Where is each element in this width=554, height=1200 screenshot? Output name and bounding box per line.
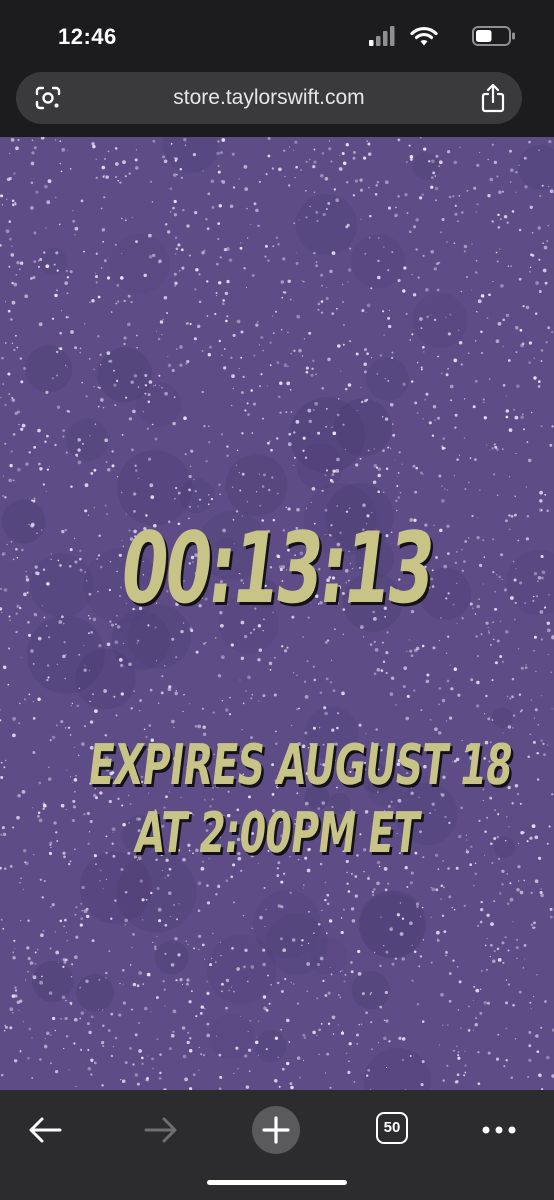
tabs-count: 50 [376,1112,408,1144]
new-tab-icon[interactable] [248,1102,304,1158]
expiry-line-2: AT 2:00PM ET [131,801,423,866]
home-indicator [207,1180,347,1185]
status-bar: 12:46 [0,0,554,70]
back-icon[interactable] [20,1102,70,1158]
address-bar[interactable]: store.taylorswift.com [16,72,522,124]
signal-icon [369,26,395,46]
tabs-icon[interactable]: 50 [366,1102,420,1158]
battery-icon [472,26,515,46]
browser-toolbar: 50 [0,1090,554,1200]
lens-icon[interactable] [34,85,62,111]
forward-icon[interactable] [136,1102,186,1158]
url-text[interactable]: store.taylorswift.com [76,86,462,110]
status-time: 12:46 [58,24,117,49]
expiry-notice: EXPIRES AUGUST 18 AT 2:00PM ET [0,732,554,868]
page-content: 00:13:13 EXPIRES AUGUST 18 AT 2:00PM ET [0,137,554,1090]
share-icon[interactable] [480,83,506,113]
more-icon[interactable] [472,1102,526,1158]
countdown-timer: 00:13:13 [115,512,439,626]
expiry-line-1: EXPIRES AUGUST 18 [84,733,516,798]
wifi-icon [410,26,438,46]
countdown-container: 00:13:13 [0,512,554,626]
